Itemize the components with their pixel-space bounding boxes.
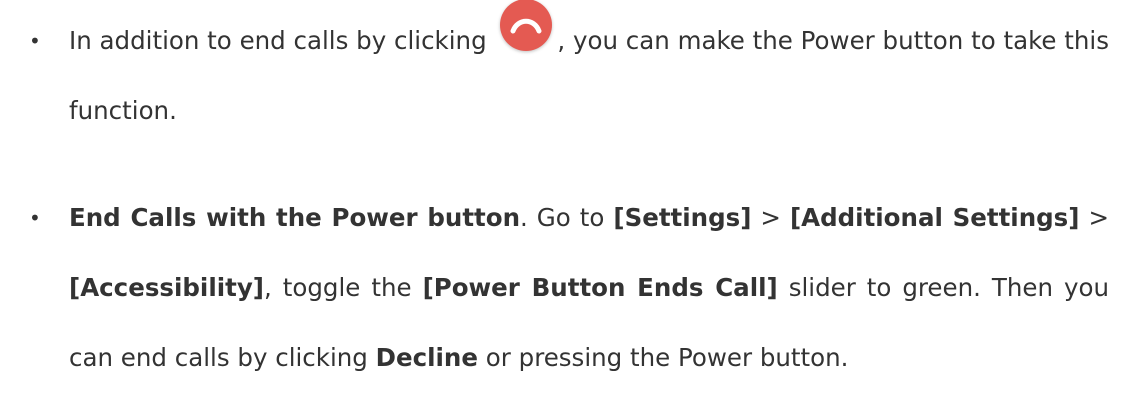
separator: >: [1079, 203, 1109, 232]
bullet-icon: •: [29, 29, 41, 53]
settings-label: [Settings]: [613, 203, 752, 232]
item-text: In addition to end calls by clicking: [69, 26, 487, 55]
additional-settings-label: [Additional Settings]: [789, 203, 1080, 232]
list-item: • End Calls with the Power button. Go to…: [29, 183, 1109, 393]
item-text: or pressing the Power button.: [478, 343, 849, 372]
power-button-ends-call-label: [Power Button Ends Call]: [422, 273, 778, 302]
item-text: . Go to: [520, 203, 614, 232]
list-item: • In addition to end calls by clicking ,…: [29, 0, 1109, 146]
separator: >: [751, 203, 790, 232]
decline-label: Decline: [375, 343, 478, 372]
accessibility-label: [Accessibility]: [69, 273, 264, 302]
bullet-icon: •: [29, 206, 41, 230]
end-call-icon: [500, 0, 553, 51]
item-text: , toggle the: [264, 273, 423, 302]
end-calls-title: End Calls with the Power button: [69, 203, 521, 232]
